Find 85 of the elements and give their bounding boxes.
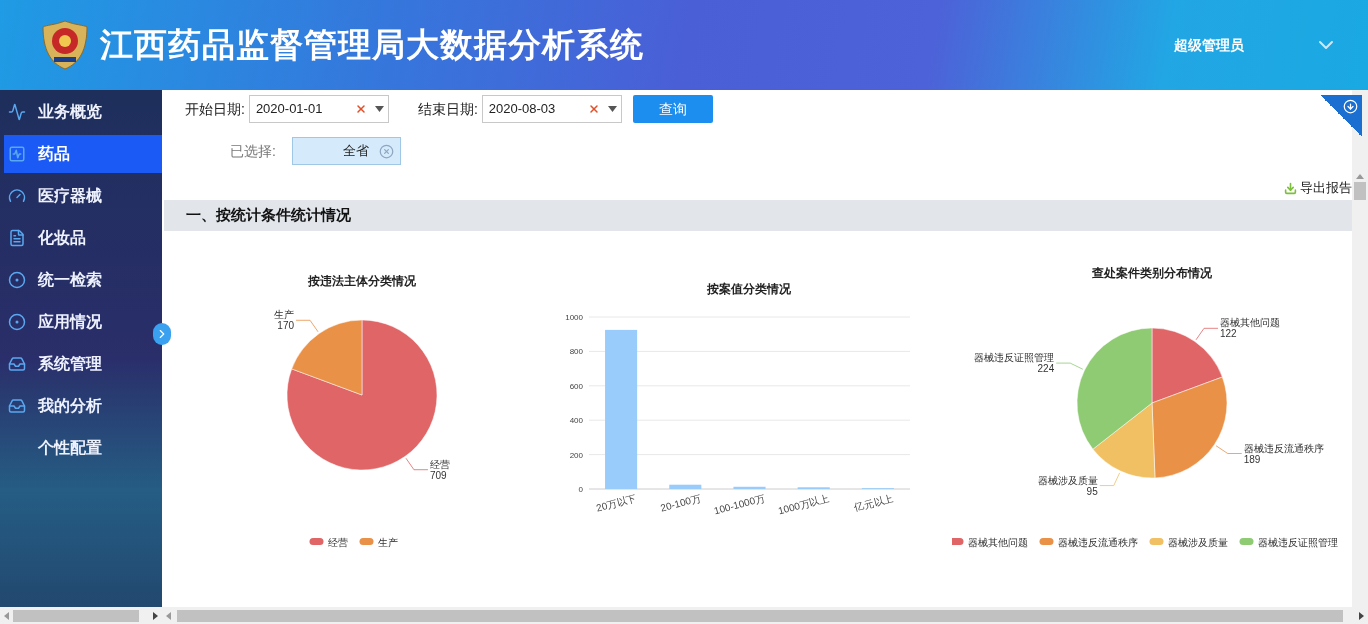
sidebar-item[interactable]: 化妆品 <box>4 219 162 257</box>
sidebar-item[interactable]: 我的分析 <box>4 387 162 425</box>
expand-button[interactable] <box>153 323 171 345</box>
date-select[interactable]: 2020-08-03 <box>481 95 622 123</box>
filter-tag[interactable]: 全省 <box>291 137 401 165</box>
download-icon <box>1343 99 1358 114</box>
axis-label: 1000万以上 <box>776 492 831 517</box>
axis-label: 400 <box>569 416 583 426</box>
leader-line <box>1055 362 1084 370</box>
sidebar-item[interactable]: 业务概览 <box>4 93 162 131</box>
legend-label: 生产 <box>377 537 398 548</box>
chart-title: 查处案件类别分布情况 <box>1092 266 1212 280</box>
axis-label: 1000 <box>565 313 583 322</box>
date-select[interactable]: 2020-01-01 <box>248 95 389 123</box>
app-title: 江西药品监督管理局大数据分析系统 <box>100 25 644 66</box>
leader-line <box>405 457 429 471</box>
leader-line <box>1099 472 1121 486</box>
remove-icon[interactable] <box>378 143 394 159</box>
clear-icon[interactable] <box>354 103 367 115</box>
slice-label: 生产 170 <box>274 309 295 332</box>
scroll-thumb[interactable] <box>1354 182 1366 200</box>
axis-label: 800 <box>569 347 583 357</box>
slice-label: 经营 709 <box>429 458 450 481</box>
scroll-left-icon[interactable] <box>166 611 171 620</box>
chart-title: 按案值分类情况 <box>707 282 791 296</box>
axis-label: 亿元以上 <box>852 492 895 514</box>
caret-icon <box>374 106 384 112</box>
scrollbar[interactable] <box>1352 90 1368 607</box>
legend-label: 器械违反流通秩序 <box>1057 537 1138 548</box>
chart-title: 按违法主体分类情况 <box>308 274 416 288</box>
field-label: 开始日期: <box>185 99 245 119</box>
scroll-thumb[interactable] <box>177 609 1343 622</box>
legend-marker <box>309 538 324 545</box>
user-name: 超级管理员 <box>1174 35 1244 55</box>
sidebar-item[interactable]: 统一检索 <box>4 261 162 299</box>
menu-icon <box>8 103 26 121</box>
download-icon <box>1284 181 1297 195</box>
legend-marker <box>1039 538 1054 545</box>
axis-label: 20-100万 <box>659 492 702 514</box>
section-header: 一、按统计条件统计情况 <box>164 200 1352 231</box>
sidebar-item[interactable]: 药品 <box>4 135 162 173</box>
export-link[interactable]: 导出报告 <box>1284 178 1352 198</box>
field-label: 已选择: <box>230 141 276 161</box>
legend-marker <box>1239 538 1254 545</box>
bar <box>733 486 766 489</box>
slice-label: 器械其他问题 122 <box>1220 317 1280 340</box>
sidebar-item[interactable]: 医疗器械 <box>4 177 162 215</box>
legend-label: 器械违反证照管理 <box>1257 537 1338 548</box>
scroll-right-icon[interactable] <box>153 611 158 620</box>
axis-label: 0 <box>578 485 583 494</box>
leader-line <box>295 319 319 333</box>
scroll-right-icon[interactable] <box>1359 611 1364 620</box>
legend-label: 器械涉及质量 <box>1167 537 1228 548</box>
leader-line <box>1195 327 1219 341</box>
legend-label: 经营 <box>327 537 348 548</box>
menu-icon <box>8 313 26 331</box>
scrollbar[interactable] <box>0 607 162 624</box>
axis-label: 200 <box>569 450 583 460</box>
bar <box>669 484 702 489</box>
emblem-drawing <box>40 19 90 71</box>
sidebar-item[interactable]: 个性配置 <box>4 429 162 467</box>
menu-icon <box>8 187 26 205</box>
clear-icon[interactable] <box>587 103 600 115</box>
caret-icon <box>607 106 617 112</box>
scroll-left-icon[interactable] <box>4 611 9 620</box>
slice-label: 器械违反流通秩序 189 <box>1243 442 1324 465</box>
scrollbar[interactable] <box>162 607 1368 624</box>
axis-label: 600 <box>569 381 583 391</box>
legend-marker <box>359 538 374 545</box>
menu-icon <box>8 355 26 373</box>
scroll-thumb[interactable] <box>13 609 139 622</box>
menu-icon <box>8 397 26 415</box>
menu-icon <box>8 229 26 247</box>
menu-icon <box>8 271 26 289</box>
legend-marker <box>952 538 964 545</box>
menu-icon <box>8 145 26 163</box>
slice-label: 器械违反证照管理 224 <box>974 352 1055 375</box>
axis-label: 20万以下 <box>595 492 638 514</box>
field-label: 结束日期: <box>417 99 478 119</box>
slice-label: 器械涉及质量 95 <box>1037 474 1098 497</box>
legend-label: 器械其他问题 <box>967 537 1028 548</box>
scroll-up-icon[interactable] <box>1356 174 1364 179</box>
leader-line <box>1215 445 1243 454</box>
legend-marker <box>1149 538 1164 545</box>
sidebar-item[interactable]: 系统管理 <box>4 345 162 383</box>
